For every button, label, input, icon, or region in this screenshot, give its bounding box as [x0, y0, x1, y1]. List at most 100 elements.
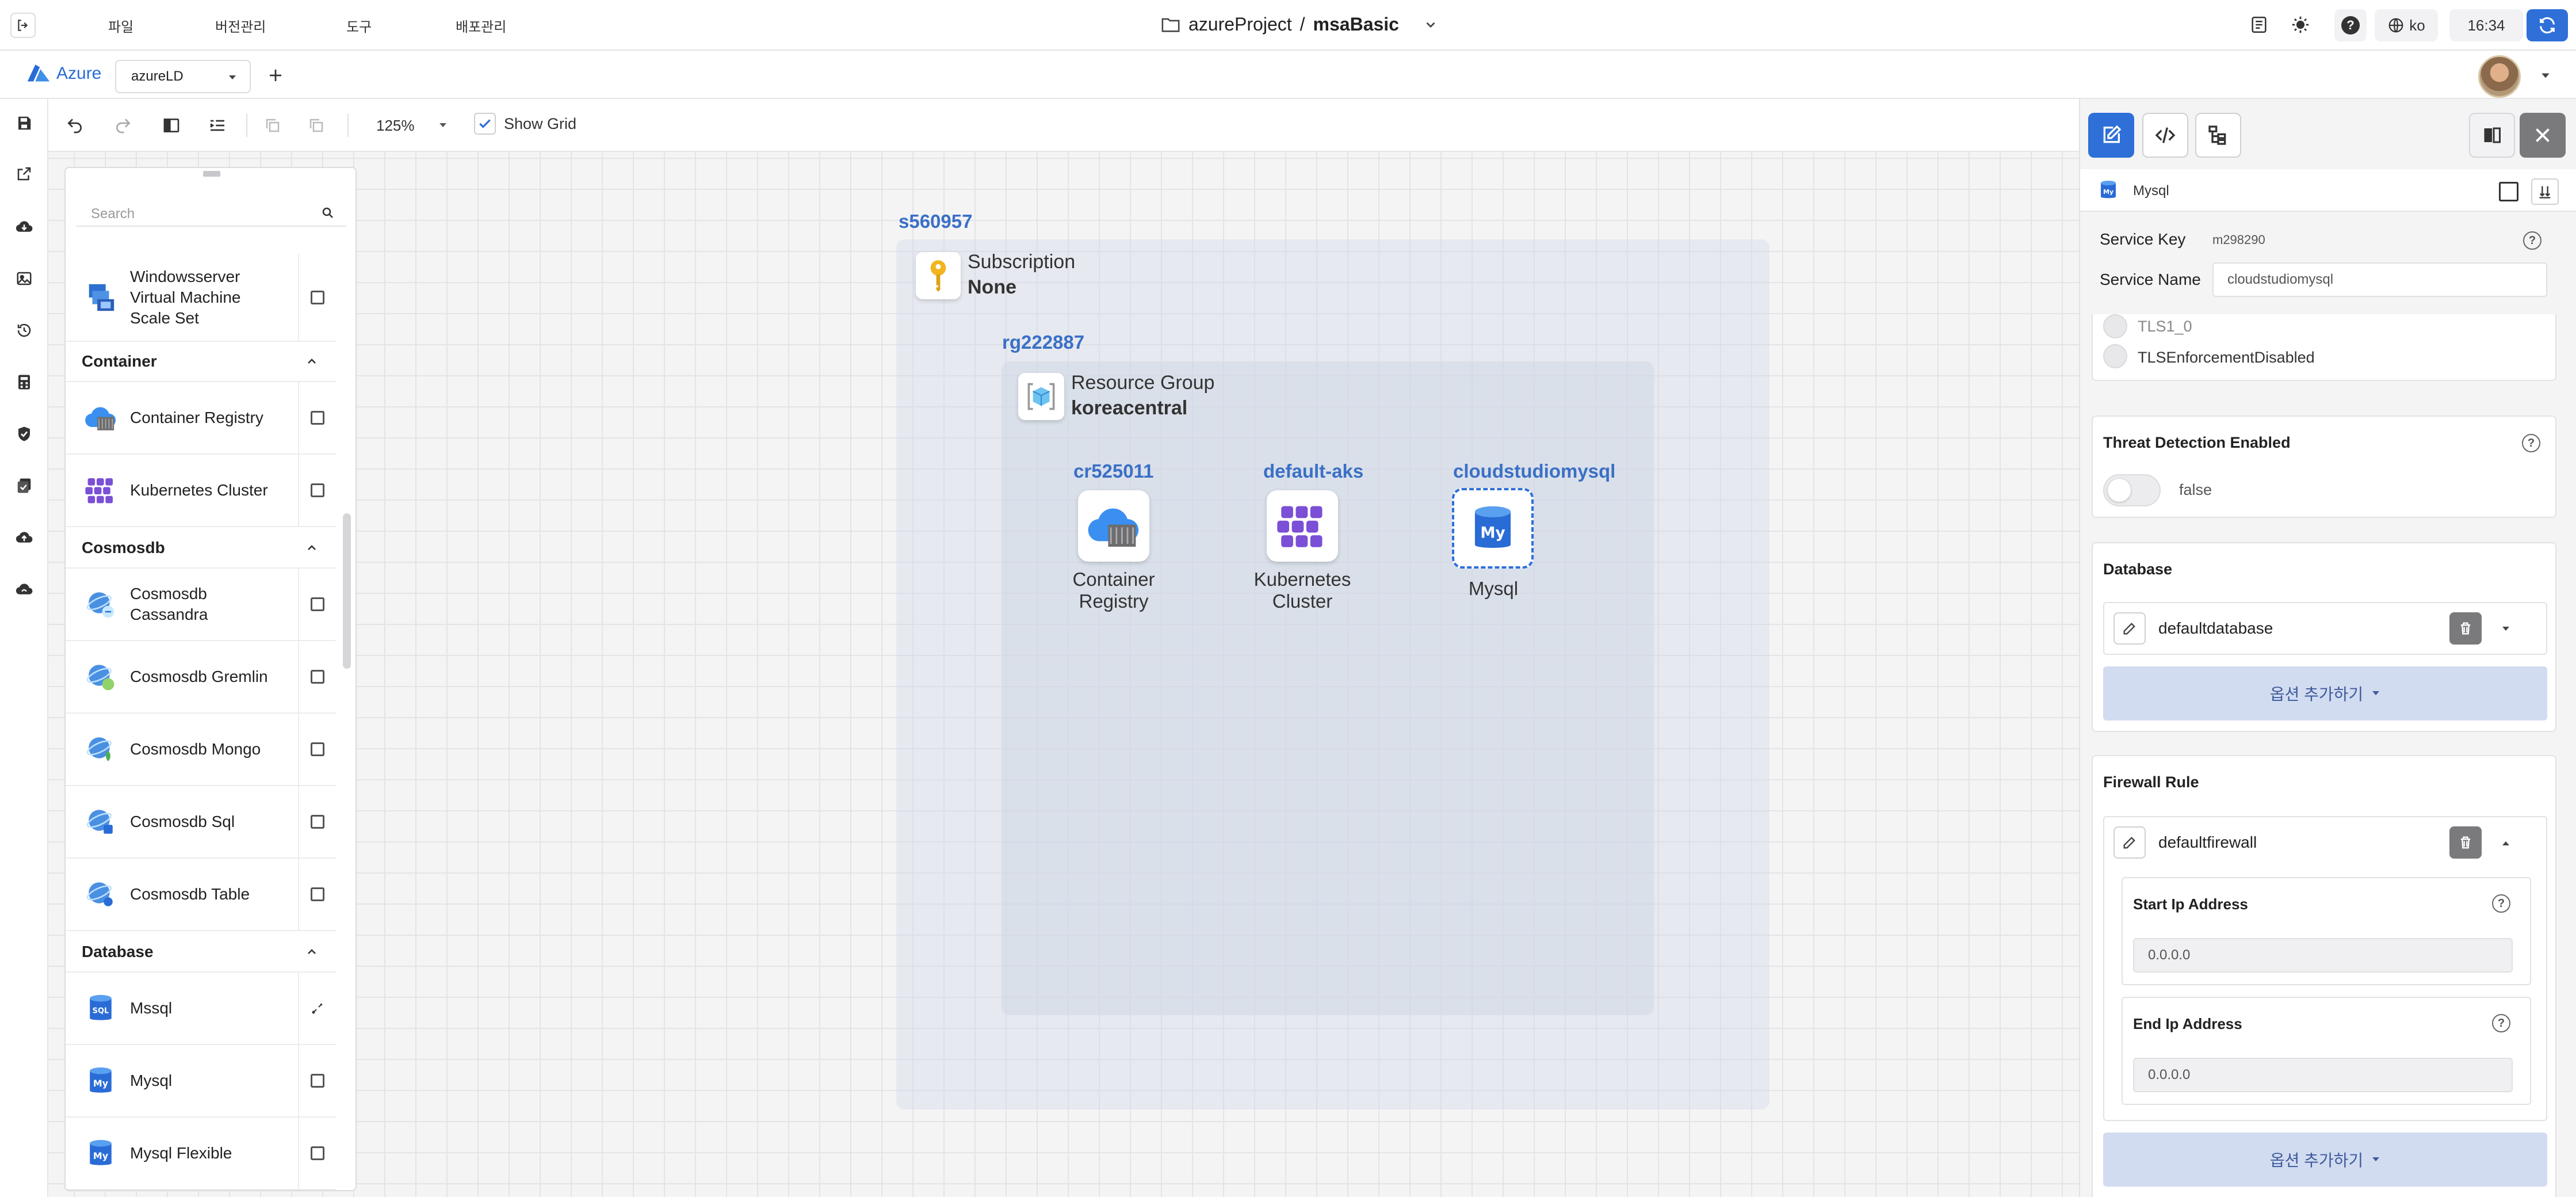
palette-item-checkbox[interactable] [298, 1118, 336, 1189]
category-container[interactable]: Container [66, 342, 336, 382]
start-ip-input[interactable]: 0.0.0.0 [2133, 938, 2513, 973]
palette-item-checkbox[interactable] [298, 455, 336, 526]
kubernetes-cluster-node[interactable] [1267, 490, 1338, 562]
palette-item-cosmosdb-gremlin[interactable]: Cosmosdb Gremlin [66, 641, 336, 714]
palette-item-checkbox[interactable] [298, 786, 336, 857]
exit-icon[interactable] [10, 13, 36, 38]
palette-item-checkbox[interactable] [298, 382, 336, 453]
code-view-button[interactable] [2142, 113, 2188, 158]
chevron-down-icon[interactable] [1423, 17, 1438, 32]
history-icon[interactable] [14, 320, 35, 341]
menu-file[interactable]: 파일 [108, 16, 133, 36]
help-icon[interactable]: ? [2492, 1014, 2510, 1032]
database-add-option-button[interactable]: 옵션 추가하기 [2103, 666, 2547, 721]
search-icon[interactable] [321, 206, 335, 220]
node-id[interactable]: default-aks [1263, 460, 1363, 482]
palette-item-link[interactable] [298, 973, 336, 1044]
subscription-id[interactable]: s560957 [899, 211, 972, 232]
resource-group-container[interactable] [1002, 361, 1654, 1015]
palette-item-checkbox[interactable] [298, 859, 336, 930]
checklist-icon[interactable] [14, 475, 35, 496]
cloud-icon[interactable] [14, 579, 35, 600]
palette-search-input[interactable]: Search [76, 196, 346, 227]
trash-icon[interactable] [2449, 612, 2482, 645]
close-panel-button[interactable] [2520, 113, 2566, 158]
palette-item-checkbox[interactable] [298, 569, 336, 640]
show-grid-checkbox[interactable] [474, 113, 496, 135]
palette-item-checkbox[interactable] [298, 641, 336, 712]
caret-down-icon[interactable] [2501, 626, 2510, 632]
tree-view-button[interactable] [2195, 113, 2241, 158]
cloud-download-icon[interactable] [14, 216, 35, 237]
undo-icon[interactable] [64, 115, 85, 136]
project-path[interactable]: azureProject / msaBasic [1161, 14, 1438, 35]
database-item[interactable]: defaultdatabase [2103, 602, 2547, 655]
square-icon[interactable] [2499, 182, 2518, 201]
threat-detection-toggle[interactable] [2103, 474, 2161, 506]
list-indent-icon[interactable] [207, 115, 228, 136]
help-icon[interactable]: ? [2492, 894, 2510, 913]
shield-check-icon[interactable] [14, 424, 35, 444]
palette-item-mssql[interactable]: SQL Mssql [66, 973, 336, 1045]
split-view-button[interactable] [2469, 113, 2515, 158]
palette-item-mysql[interactable]: My Mysql [66, 1045, 336, 1118]
help-button[interactable]: ? [2334, 9, 2367, 41]
radio-tls10[interactable] [2103, 314, 2127, 338]
category-database[interactable]: Database [66, 932, 336, 973]
palette-scrollbar[interactable] [343, 513, 351, 669]
palette-item-cosmosdb-mongo[interactable]: Cosmosdb Mongo [66, 714, 336, 786]
category-cosmosdb[interactable]: Cosmosdb [66, 528, 336, 569]
subscription-key-icon[interactable] [916, 252, 961, 299]
theme-sun-icon[interactable] [2291, 15, 2310, 35]
palette-item-cosmosdb-cassandra[interactable]: Cosmosdb Cassandra [66, 569, 336, 641]
radio-tls-enforcement-disabled[interactable] [2103, 344, 2127, 368]
zoom-select[interactable]: 125% [365, 113, 451, 138]
sort-icon[interactable] [2531, 178, 2559, 205]
palette-item-mysql-flexible[interactable]: My Mysql Flexible [66, 1118, 336, 1190]
firewall-add-option-button[interactable]: 옵션 추가하기 [2103, 1133, 2547, 1187]
palette-item-checkbox[interactable] [298, 714, 336, 785]
container-registry-node[interactable] [1078, 490, 1149, 562]
service-name-input[interactable]: cloudstudiomysql [2212, 262, 2547, 297]
end-ip-input[interactable]: 0.0.0.0 [2133, 1058, 2513, 1092]
help-icon[interactable]: ? [2523, 231, 2541, 250]
save-icon[interactable] [14, 113, 35, 134]
resource-group-id[interactable]: rg222887 [1002, 331, 1084, 353]
sync-button[interactable] [2527, 9, 2568, 41]
cloud-upload-icon[interactable] [14, 527, 35, 548]
add-tab-icon[interactable] [267, 67, 284, 84]
avatar-caret-icon[interactable] [2540, 73, 2551, 79]
azure-brand[interactable]: Azure [25, 63, 101, 84]
pencil-icon[interactable] [2113, 612, 2146, 645]
palette-item-cosmosdb-sql[interactable]: Cosmosdb Sql [66, 786, 336, 859]
menu-deploy[interactable]: 배포관리 [456, 16, 506, 36]
redo-icon[interactable] [113, 115, 133, 136]
copy-icon[interactable] [262, 115, 283, 136]
menu-tools[interactable]: 도구 [346, 16, 372, 36]
pencil-icon[interactable] [2113, 826, 2146, 859]
project-selector[interactable]: azureLD [115, 60, 251, 93]
drag-handle[interactable] [66, 168, 356, 180]
paste-icon[interactable] [306, 115, 327, 136]
mysql-node[interactable]: My [1452, 488, 1534, 569]
caret-up-icon[interactable] [2501, 840, 2510, 846]
firewall-rule-item[interactable]: defaultfirewall Start Ip Address ? 0.0.0… [2103, 816, 2547, 1121]
image-icon[interactable] [14, 268, 35, 289]
help-icon[interactable]: ? [2522, 434, 2540, 452]
calculator-icon[interactable] [14, 372, 35, 392]
palette-item-vmss[interactable]: Windowsserver Virtual Machine Scale Set [66, 254, 336, 342]
trash-icon[interactable] [2449, 826, 2482, 859]
panel-toggle-icon[interactable] [161, 115, 182, 136]
edit-properties-button[interactable] [2088, 113, 2134, 158]
palette-item-container-registry[interactable]: Container Registry [66, 382, 336, 455]
node-id[interactable]: cr525011 [1073, 460, 1154, 482]
palette-item-cosmosdb-table[interactable]: Cosmosdb Table [66, 859, 336, 931]
document-icon[interactable] [2249, 15, 2269, 35]
menu-version[interactable]: 버전관리 [215, 16, 266, 36]
palette-item-checkbox[interactable] [298, 254, 336, 341]
resource-group-icon[interactable] [1018, 373, 1064, 420]
language-button[interactable]: ko [2375, 9, 2438, 41]
export-icon[interactable] [14, 163, 35, 184]
avatar[interactable] [2478, 55, 2521, 98]
node-id[interactable]: cloudstudiomysql [1453, 460, 1615, 482]
